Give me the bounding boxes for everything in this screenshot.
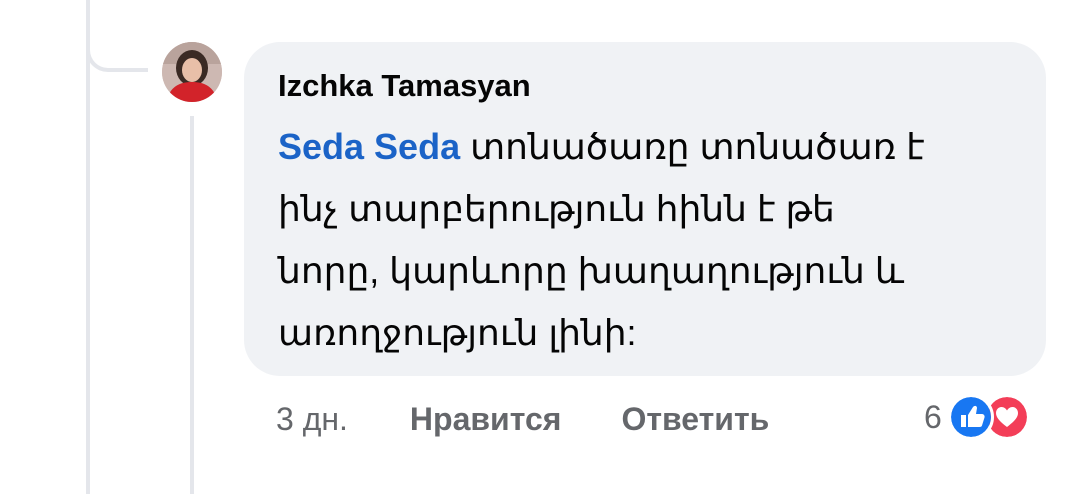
author-name[interactable]: Izchka Tamasyan bbox=[278, 66, 1012, 106]
profile-photo bbox=[162, 42, 222, 102]
like-button[interactable]: Нравится bbox=[410, 401, 562, 438]
mention-link[interactable]: Seda Seda bbox=[278, 126, 460, 167]
reply-thread-line bbox=[190, 116, 194, 494]
comment-text: Seda Seda տոնածառը տոնածառ է ինչ տարբերո… bbox=[278, 116, 998, 364]
comment-line: նորը, կարևորը խաղաղություն և bbox=[278, 250, 905, 291]
avatar[interactable] bbox=[162, 42, 222, 102]
thread-line bbox=[86, 0, 90, 494]
reply-button[interactable]: Ответить bbox=[621, 401, 769, 438]
thread-connector bbox=[86, 0, 148, 72]
reaction-count: 6 bbox=[924, 398, 942, 435]
reactions-summary[interactable]: 6 bbox=[924, 394, 1030, 440]
like-icon bbox=[947, 394, 994, 440]
comment-line: տոնածառը տոնածառ է bbox=[460, 126, 925, 167]
timestamp[interactable]: 3 дн. bbox=[276, 401, 348, 438]
comment-actions: 3 дн. Нравится Ответить bbox=[276, 396, 769, 442]
comment-bubble: Izchka Tamasyan Seda Seda տոնածառը տոնած… bbox=[244, 42, 1046, 376]
comment-line: ինչ տարբերություն հինն է թե bbox=[278, 188, 835, 229]
comment-line: առողջություն լինի: bbox=[278, 312, 637, 353]
